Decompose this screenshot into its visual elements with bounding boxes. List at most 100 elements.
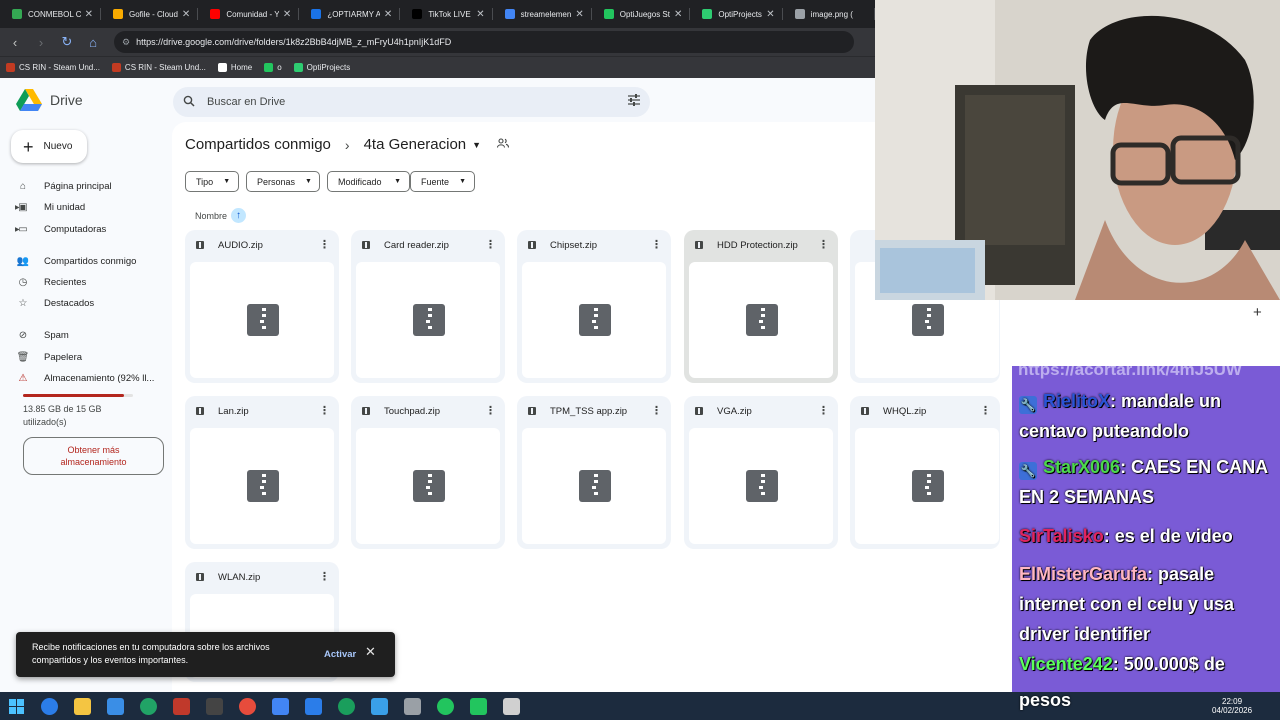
taskbar-app-icon[interactable] [33, 692, 66, 720]
bookmark-item[interactable]: Home [217, 63, 252, 72]
breadcrumb-parent[interactable]: Compartidos conmigo [185, 136, 331, 153]
close-icon[interactable]: ✕ [365, 645, 376, 658]
close-tab-icon[interactable]: ✕ [182, 9, 190, 20]
more-options-icon[interactable]: ⋮ [319, 238, 330, 251]
close-tab-icon[interactable]: ✕ [476, 9, 484, 20]
sidebar-item[interactable]: ▶ ▭ Computadoras [15, 219, 106, 239]
arrow-up-icon[interactable]: ↑ [231, 208, 247, 223]
more-options-icon[interactable]: ⋮ [319, 570, 330, 583]
more-options-icon[interactable]: ⋮ [485, 404, 496, 417]
file-card[interactable]: Card reader.zip ⋮ [351, 230, 505, 383]
taskbar-app-icon[interactable] [132, 692, 165, 720]
taskbar-app-icon[interactable] [495, 692, 528, 720]
taskbar-app-icon[interactable] [264, 692, 297, 720]
breadcrumb-current[interactable]: 4ta Generacion [364, 136, 467, 153]
search-input[interactable]: Buscar en Drive [173, 87, 650, 117]
sidebar-item[interactable]: ⚠ Almacenamiento (92% ll... [16, 368, 155, 388]
taskbar-app-icon[interactable] [363, 692, 396, 720]
get-more-storage-button[interactable]: Obtener más almacenamiento [23, 437, 164, 475]
home-icon[interactable]: ⌂ [82, 31, 104, 53]
more-options-icon[interactable]: ⋮ [651, 404, 662, 417]
sidebar-item[interactable]: ⊘ Spam [16, 325, 69, 345]
expand-icon[interactable]: ▶ [15, 204, 20, 211]
close-tab-icon[interactable]: ✕ [674, 9, 682, 20]
filter-chip[interactable]: Tipo ▼ [185, 171, 239, 192]
taskbar-app-icon[interactable] [66, 692, 99, 720]
taskbar-app-icon[interactable] [429, 692, 462, 720]
taskbar-app-icon[interactable] [165, 692, 198, 720]
file-card[interactable]: WHQL.zip ⋮ [850, 396, 1000, 549]
sidebar-item[interactable]: 🗑 Papelera [16, 347, 82, 367]
url-field[interactable]: ⚙ https://drive.google.com/drive/folders/… [114, 31, 854, 53]
more-options-icon[interactable]: ⋮ [651, 238, 662, 251]
add-icon[interactable]: + [1253, 304, 1262, 321]
file-card[interactable]: VGA.zip ⋮ [684, 396, 838, 549]
sort-by-name[interactable]: Nombre ↑ [195, 208, 247, 223]
bookmark-item[interactable]: CS RIN - Steam Und... [6, 63, 100, 72]
sidebar-item[interactable]: 👥 Compartidos conmigo [16, 251, 137, 271]
more-options-icon[interactable]: ⋮ [818, 404, 829, 417]
chevron-down-icon[interactable]: ▼ [472, 140, 481, 150]
browser-tab[interactable]: Gofile - Cloud ✕ [101, 0, 199, 28]
new-button[interactable]: + Nuevo [11, 130, 87, 163]
filter-chip[interactable]: Personas ▼ [246, 171, 320, 192]
forward-icon[interactable]: › [30, 31, 52, 53]
close-tab-icon[interactable]: ✕ [575, 9, 583, 20]
browser-tab[interactable]: ¿OPTIARMY A ✕ [299, 0, 401, 28]
browser-tab[interactable]: OptiProjects ✕ [690, 0, 784, 28]
filter-chip[interactable]: Fuente ▼ [410, 171, 475, 192]
filter-label: Personas [257, 176, 296, 187]
file-card[interactable]: HDD Protection.zip ⋮ [684, 230, 838, 383]
more-options-icon[interactable]: ⋮ [485, 238, 496, 251]
back-icon[interactable]: ‹ [4, 31, 26, 53]
browser-tab[interactable]: streamelemen ✕ [493, 0, 592, 28]
bookmark-item[interactable]: o [264, 63, 282, 72]
browser-tab[interactable]: CONMEBOL C ✕ [0, 0, 101, 28]
file-name: Card reader.zip [384, 239, 449, 251]
filter-chip[interactable]: Modificado ▼ [327, 171, 410, 192]
file-card[interactable]: Lan.zip ⋮ [185, 396, 339, 549]
search-icon[interactable] [183, 95, 195, 110]
close-tab-icon[interactable]: ✕ [283, 9, 291, 20]
taskbar-app-icon[interactable] [297, 692, 330, 720]
close-tab-icon[interactable]: ✕ [85, 9, 93, 20]
bookmark-item[interactable]: OptiProjects [293, 63, 350, 72]
browser-tab[interactable]: OptiJuegos St ✕ [592, 0, 691, 28]
more-options-icon[interactable]: ⋮ [980, 404, 991, 417]
more-options-icon[interactable]: ⋮ [818, 238, 829, 251]
browser-tab[interactable]: image.png ( [783, 0, 876, 28]
taskbar-app-icon[interactable] [396, 692, 429, 720]
close-tab-icon[interactable]: ✕ [766, 9, 774, 20]
taskbar-app-icon[interactable] [198, 692, 231, 720]
file-card[interactable]: TPM_TSS app.zip ⋮ [517, 396, 671, 549]
file-thumbnail [522, 262, 666, 378]
file-name: HDD Protection.zip [717, 239, 798, 251]
taskbar-app-icon[interactable] [330, 692, 363, 720]
site-info-icon[interactable]: ⚙ [122, 37, 130, 48]
drive-logo[interactable]: Drive [16, 89, 83, 111]
zip-file-icon [695, 407, 703, 415]
reload-icon[interactable]: ↻ [56, 31, 78, 53]
windows-start-icon[interactable] [0, 692, 33, 720]
sidebar-item[interactable]: ▶ ▣ Mi unidad [15, 197, 85, 217]
taskbar-app-icon[interactable] [231, 692, 264, 720]
taskbar-app-icon[interactable] [462, 692, 495, 720]
file-card[interactable]: Touchpad.zip ⋮ [351, 396, 505, 549]
bookmark-item[interactable]: CS RIN - Steam Und... [111, 63, 206, 72]
file-card[interactable]: Chipset.zip ⋮ [517, 230, 671, 383]
taskbar-app-icon[interactable] [99, 692, 132, 720]
search-options-icon[interactable] [628, 94, 640, 109]
sidebar-item[interactable]: ☆ Destacados [16, 293, 95, 313]
file-card[interactable]: AUDIO.zip ⋮ [185, 230, 339, 383]
more-options-icon[interactable]: ⋮ [319, 404, 330, 417]
activate-button[interactable]: Activar [324, 648, 356, 661]
sidebar-item[interactable]: ◷ Recientes [16, 272, 87, 292]
sidebar-item[interactable]: ⌂ Página principal [16, 176, 112, 196]
taskbar-clock[interactable]: 22:09 04/02/2026 [1212, 697, 1252, 715]
close-tab-icon[interactable]: ✕ [384, 9, 392, 20]
browser-tab[interactable]: TikTok LIVE ✕ [400, 0, 493, 28]
browser-tab[interactable]: Comunidad - Y ✕ [198, 0, 300, 28]
toast-message: Recibe notificaciones en tu computadora … [32, 642, 270, 665]
shared-folder-icon[interactable] [497, 138, 510, 151]
expand-icon[interactable]: ▶ [15, 226, 20, 233]
